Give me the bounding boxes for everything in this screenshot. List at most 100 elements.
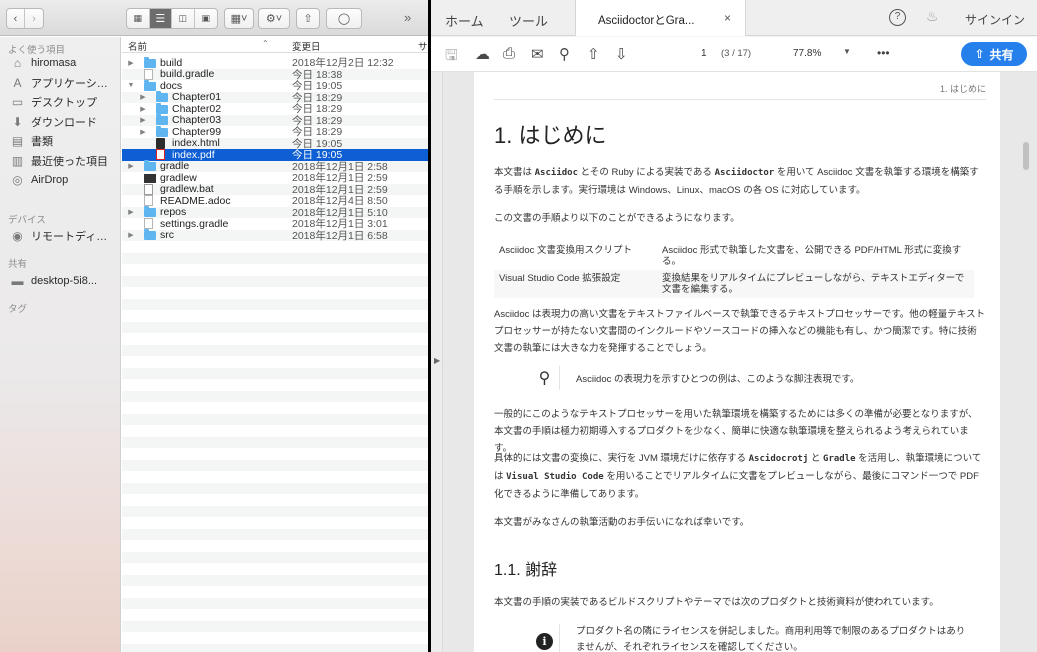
- back-forward-buttons[interactable]: ‹ ›: [6, 8, 44, 29]
- gallery-view-icon[interactable]: ▣: [195, 9, 217, 28]
- sidebar-item[interactable]: ▥ 最近使った項目: [10, 152, 108, 170]
- file-name: Chapter01: [172, 91, 222, 104]
- info-icon: i: [530, 624, 560, 652]
- folder-icon: [156, 125, 168, 137]
- back-icon[interactable]: ‹: [7, 9, 26, 28]
- side-panel-toggle[interactable]: ▶: [431, 72, 443, 652]
- table-cell: Asciidoc 文書変換用スクリプト: [499, 245, 633, 256]
- column-size-header[interactable]: サ: [418, 39, 428, 53]
- file-name: build: [160, 56, 183, 69]
- share-icon: ⇧: [303, 13, 313, 25]
- more-tools-button[interactable]: •••: [877, 46, 890, 60]
- expand-panel-icon[interactable]: ▶: [434, 356, 440, 365]
- folder-icon: [144, 206, 156, 217]
- sidebar-item[interactable]: ◎ AirDrop: [10, 171, 68, 189]
- help-icon[interactable]: ?: [889, 9, 906, 26]
- sidebar-item-label: desktop-5i8...: [31, 275, 98, 287]
- disclosure-closed-icon[interactable]: ▶: [138, 93, 148, 101]
- file-name: README.adoc: [160, 194, 231, 207]
- page-down-icon[interactable]: ⇩: [615, 45, 628, 63]
- running-head: 1. はじめに: [939, 84, 986, 94]
- zoom-chevron-icon[interactable]: ▼: [843, 47, 851, 56]
- group-menu-button[interactable]: ▦˅: [224, 8, 254, 29]
- empty-row: [122, 620, 428, 632]
- column-name-header[interactable]: 名前: [128, 39, 147, 53]
- disclosure-closed-icon[interactable]: ▶: [126, 59, 136, 67]
- bell-icon[interactable]: ♨: [926, 8, 939, 25]
- column-modified-header[interactable]: 変更日: [292, 39, 321, 53]
- disclosure-closed-icon[interactable]: ▶: [126, 231, 136, 239]
- action-menu-button[interactable]: ⚙˅: [258, 8, 290, 29]
- file-row[interactable]: ▶ Chapter03 今日 18:29: [122, 114, 428, 127]
- file-row[interactable]: ▶ Chapter01 今日 18:29: [122, 91, 428, 104]
- sidebar-section-devices: デバイス: [8, 215, 46, 226]
- computer-icon: ▬: [11, 274, 24, 288]
- scrollbar-thumb[interactable]: [1023, 142, 1029, 170]
- sidebar-item[interactable]: ▭ デスクトップ: [10, 93, 97, 111]
- disclosure-closed-icon[interactable]: ▶: [138, 128, 148, 136]
- file-row[interactable]: build.gradle 今日 18:38: [122, 68, 428, 81]
- folder-icon: [156, 102, 168, 114]
- disclosure-open-icon[interactable]: ▼: [126, 82, 136, 89]
- tag-icon: ◯: [337, 13, 351, 25]
- sidebar-item[interactable]: ⌂ hiromasa: [10, 54, 76, 72]
- share-button[interactable]: ⇧ 共有: [961, 42, 1027, 66]
- tip-admonition: ⚲ Asciidoc の表現力を示すひとつの例は、このような脚注表現です。: [530, 366, 970, 390]
- finder-toolbar: ‹ › ▦ ☰ ◫ ▣ ▦˅ ⚙˅ ⇧ ◯ »: [0, 0, 428, 36]
- sidebar-item-label: AirDrop: [31, 174, 69, 186]
- page-up-icon[interactable]: ⇧: [587, 45, 600, 63]
- print-icon[interactable]: ⎙: [503, 45, 515, 62]
- file-name: index.pdf: [172, 148, 215, 161]
- search-icon[interactable]: ⚲: [559, 45, 570, 63]
- share-button-finder[interactable]: ⇧: [296, 8, 320, 29]
- folder-icon: [144, 160, 156, 171]
- tab-document-title: AsciidoctorとGra...: [598, 15, 695, 27]
- save-icon[interactable]: 🖫: [445, 45, 458, 70]
- sidebar-item[interactable]: ▬ desktop-5i8...: [10, 272, 98, 290]
- file-name: docs: [160, 79, 183, 92]
- tab-document[interactable]: AsciidoctorとGra... ×: [575, 0, 746, 36]
- forward-icon[interactable]: ›: [25, 9, 43, 28]
- list-view-icon[interactable]: ☰: [149, 9, 172, 28]
- view-mode-control[interactable]: ▦ ☰ ◫ ▣: [126, 8, 218, 29]
- closing-paragraph: 本文書がみなさんの執筆活動のお手伝いになれば幸いです。: [494, 517, 750, 528]
- folder-icon: [144, 79, 156, 91]
- tags-button[interactable]: ◯: [326, 8, 362, 29]
- sidebar-item[interactable]: ▤ 書類: [10, 132, 53, 150]
- tab-home[interactable]: ホーム: [445, 11, 484, 30]
- sidebar-item[interactable]: ⬇ ダウンロード: [10, 113, 97, 131]
- zoom-select[interactable]: 77.8%: [793, 48, 821, 59]
- file-row[interactable]: ▶ Chapter02 今日 18:29: [122, 102, 428, 115]
- empty-row: [122, 298, 428, 310]
- close-tab-icon[interactable]: ×: [724, 11, 731, 25]
- file-row[interactable]: ▼ docs 今日 19:05: [122, 79, 428, 92]
- upload-cloud-icon[interactable]: ☁: [475, 45, 490, 63]
- page-number-input[interactable]: 1: [701, 48, 707, 59]
- file-name: gradlew: [160, 171, 197, 184]
- column-view-icon[interactable]: ◫: [172, 9, 195, 28]
- file-row[interactable]: ▶ Chapter99 今日 18:29: [122, 125, 428, 138]
- table-cell: Asciidoc 形式で執筆した文書を、公開できる PDF/HTML 形式に変換…: [662, 245, 962, 267]
- page-count: (3 / 17): [721, 48, 752, 59]
- finder-window: ‹ › ▦ ☰ ◫ ▣ ▦˅ ⚙˅ ⇧ ◯ » よく使う項目 ⌂ hiromasa…: [0, 0, 428, 652]
- disclosure-closed-icon[interactable]: ▶: [126, 208, 136, 216]
- file-row[interactable]: ▶ src 2018年12月1日 6:58: [122, 229, 428, 242]
- sidebar-item[interactable]: ◉ リモートディ…: [10, 227, 107, 245]
- empty-row: [122, 344, 428, 356]
- acrobat-tab-bar: ホーム ツール AsciidoctorとGra... × ? ♨ サインイン: [431, 0, 1037, 36]
- disclosure-closed-icon[interactable]: ▶: [138, 105, 148, 113]
- disclosure-closed-icon[interactable]: ▶: [138, 116, 148, 124]
- file-row[interactable]: index.html 今日 19:05: [122, 137, 428, 150]
- sidebar-item[interactable]: A アプリケーシ…: [10, 74, 107, 92]
- tab-tools[interactable]: ツール: [509, 11, 548, 30]
- finder-sidebar: よく使う項目 ⌂ hiromasa A アプリケーシ… ▭ デスクトップ ⬇ ダウンロード ▤ 書…: [0, 37, 121, 652]
- signin-link[interactable]: サインイン: [965, 11, 1025, 28]
- icon-view-icon[interactable]: ▦: [127, 9, 150, 28]
- toolbar-overflow-icon[interactable]: »: [404, 10, 411, 25]
- file-row[interactable]: ▶ build 2018年12月2日 12:32: [122, 56, 428, 69]
- email-icon[interactable]: ✉: [531, 45, 544, 63]
- recents-icon: ▥: [11, 153, 24, 168]
- download-icon: ⬇: [12, 114, 23, 129]
- file-name: build.gradle: [160, 68, 215, 81]
- disclosure-closed-icon[interactable]: ▶: [126, 162, 136, 170]
